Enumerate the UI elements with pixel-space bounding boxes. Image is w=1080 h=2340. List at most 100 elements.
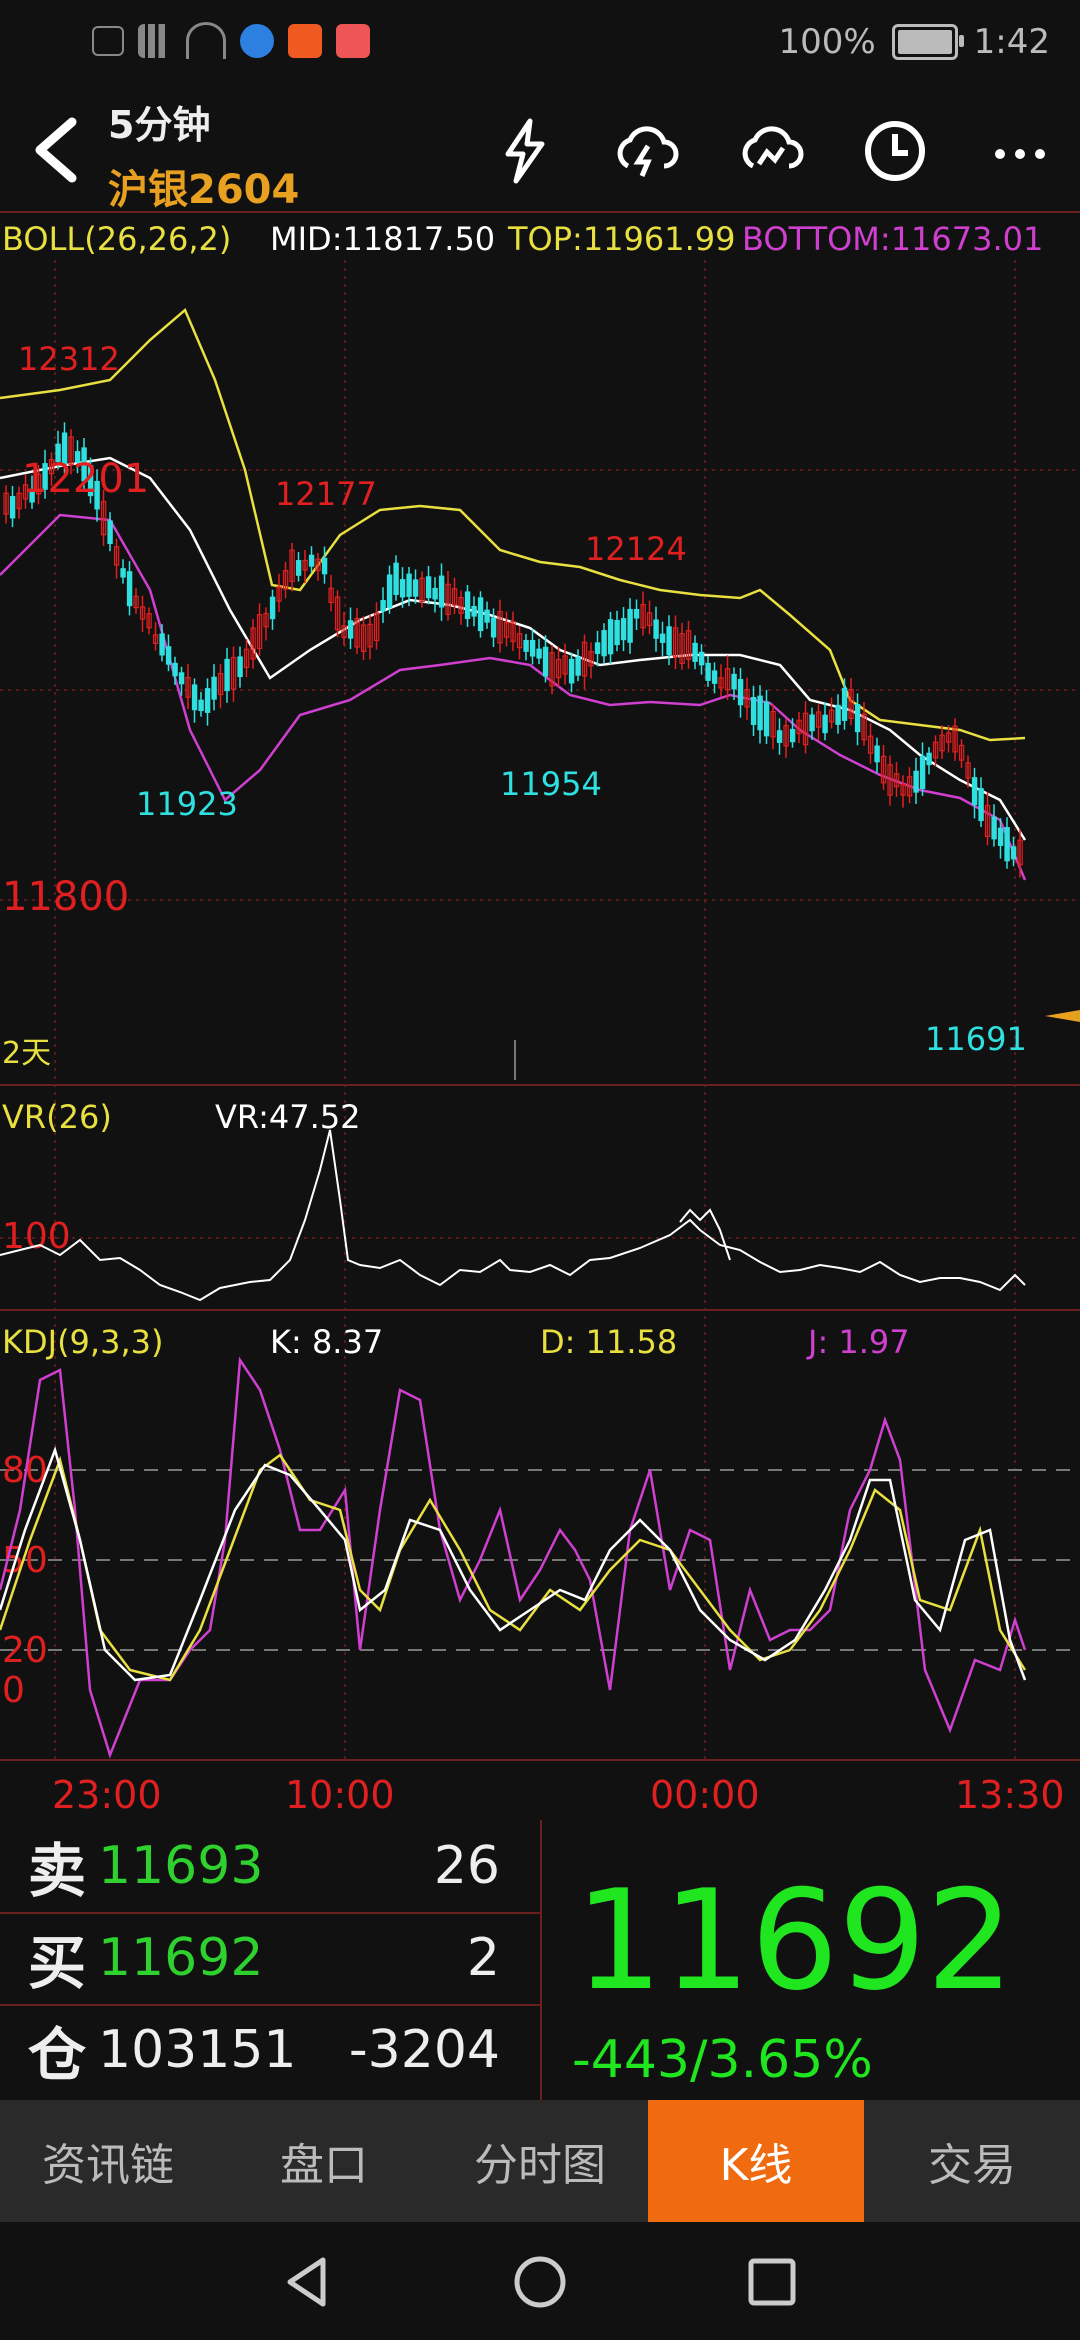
candle-body: [874, 745, 880, 763]
ask-row: 卖 11693 26: [0, 1820, 540, 1914]
candle-body: [269, 596, 276, 620]
candle-body: [198, 699, 204, 712]
vr-level: 100: [2, 1216, 71, 1257]
kline-chart[interactable]: BOLL(26,26,2) MID:11817.50 TOP:11961.99 …: [0, 210, 1080, 1820]
candle-body: [627, 608, 633, 643]
kdj-level: 20: [2, 1630, 48, 1671]
candle-body: [406, 573, 412, 597]
last-price: 11692: [575, 1860, 1014, 2021]
candle-body: [477, 597, 484, 632]
candle-body: [425, 576, 432, 599]
app-icon: [336, 23, 370, 58]
kdj-j: J: 1.97: [806, 1323, 910, 1361]
candle-body: [172, 662, 178, 677]
time-tick: 23:00: [52, 1773, 162, 1817]
open-interest-row: 仓 103151 -3204: [0, 2004, 540, 2096]
candle-body: [399, 579, 406, 598]
candle-body: [991, 816, 997, 840]
nav-home-icon[interactable]: [510, 2252, 570, 2312]
status-bar: 100% 1:42: [0, 0, 1080, 90]
candle-body: [393, 562, 399, 595]
sell-price: 11693: [98, 1836, 264, 1896]
kdj-level: 50: [2, 1540, 48, 1581]
candle-body: [471, 605, 477, 617]
contract-title[interactable]: 沪银2604: [108, 157, 299, 215]
candle-body: [295, 560, 302, 576]
sell-label: 卖: [28, 1837, 87, 1905]
candle-body: [224, 658, 230, 692]
candle-body: [386, 574, 393, 608]
candle-body: [653, 619, 659, 639]
low-label: 11691: [925, 1020, 1027, 1058]
price-change: -443/3.65%: [572, 2030, 873, 2090]
candle-body: [237, 656, 243, 678]
candle-body: [809, 714, 815, 732]
candle-body: [165, 646, 172, 665]
tab-trade[interactable]: 交易: [864, 2100, 1080, 2222]
candle-body: [126, 571, 133, 607]
period-title[interactable]: 5分钟: [108, 94, 299, 149]
candle-body: [432, 587, 438, 600]
candle-body: [464, 591, 471, 619]
candle-body: [659, 633, 666, 643]
more-icon[interactable]: [985, 116, 1055, 186]
candle-body: [490, 617, 497, 638]
candle-body: [321, 557, 328, 575]
candle-body: [120, 568, 126, 578]
candle-body: [926, 752, 932, 766]
clock: 1:42: [973, 22, 1050, 62]
nav-back-icon[interactable]: [278, 2252, 338, 2312]
top-bar: 5分钟 沪银2604: [0, 90, 1080, 213]
tab-kline[interactable]: K线: [648, 2100, 864, 2222]
kdj-level: 0: [2, 1670, 25, 1711]
time-tick: 10:00: [285, 1773, 395, 1817]
candle-body: [705, 662, 711, 681]
candle-body: [1004, 827, 1010, 862]
candle-body: [575, 656, 581, 676]
buy-label: 买: [28, 1929, 87, 1997]
high-label: 12177: [275, 475, 377, 513]
candle-body: [776, 730, 783, 743]
candle-body: [178, 672, 185, 685]
kdj-d: D: 11.58: [540, 1323, 677, 1361]
vr-label: VR(26): [2, 1098, 112, 1136]
candle-body: [731, 673, 737, 690]
candle-body: [601, 630, 607, 657]
candle-body: [107, 520, 113, 545]
cloud-lightning-icon[interactable]: [610, 116, 680, 186]
candle-body: [841, 687, 848, 721]
kdj-k: K: 8.37: [270, 1323, 383, 1361]
tab-intraday[interactable]: 分时图: [432, 2100, 648, 2222]
price-level-label: 11800: [2, 874, 129, 920]
candle-body: [692, 642, 698, 662]
candle-body: [919, 755, 926, 790]
clock-icon[interactable]: [860, 116, 930, 186]
boll-label: BOLL(26,26,2): [2, 220, 231, 258]
boll-top: TOP:11961.99: [507, 220, 736, 258]
low-label: 11923: [136, 785, 238, 823]
candle-body: [607, 619, 614, 655]
candle-body: [698, 651, 705, 666]
cloud-chart-icon[interactable]: [735, 116, 805, 186]
tab-order-book[interactable]: 盘口: [216, 2100, 432, 2222]
candle-body: [412, 579, 419, 597]
candle-body: [997, 827, 1004, 846]
tab-news-chain[interactable]: 资讯链: [0, 2100, 216, 2222]
candle-body: [978, 788, 984, 822]
nav-recents-icon[interactable]: [742, 2252, 802, 2312]
candle-body: [568, 658, 575, 684]
high-label: 12124: [585, 530, 687, 568]
candle-body: [347, 620, 354, 639]
battery-icon: [891, 24, 964, 60]
candle-body: [542, 646, 549, 677]
candle-body: [438, 575, 445, 608]
candle-body: [620, 618, 627, 641]
candle-body: [484, 609, 490, 623]
back-arrow-icon[interactable]: [22, 110, 92, 190]
quote-panel: 卖 11693 26 买 11692 2 仓 103151 -3204 1169…: [0, 1820, 1080, 2102]
candle-body: [789, 728, 796, 743]
app-icon: [288, 23, 322, 58]
candle-body: [711, 670, 718, 684]
app-icon: [240, 23, 274, 58]
lightning-icon[interactable]: [490, 116, 560, 186]
